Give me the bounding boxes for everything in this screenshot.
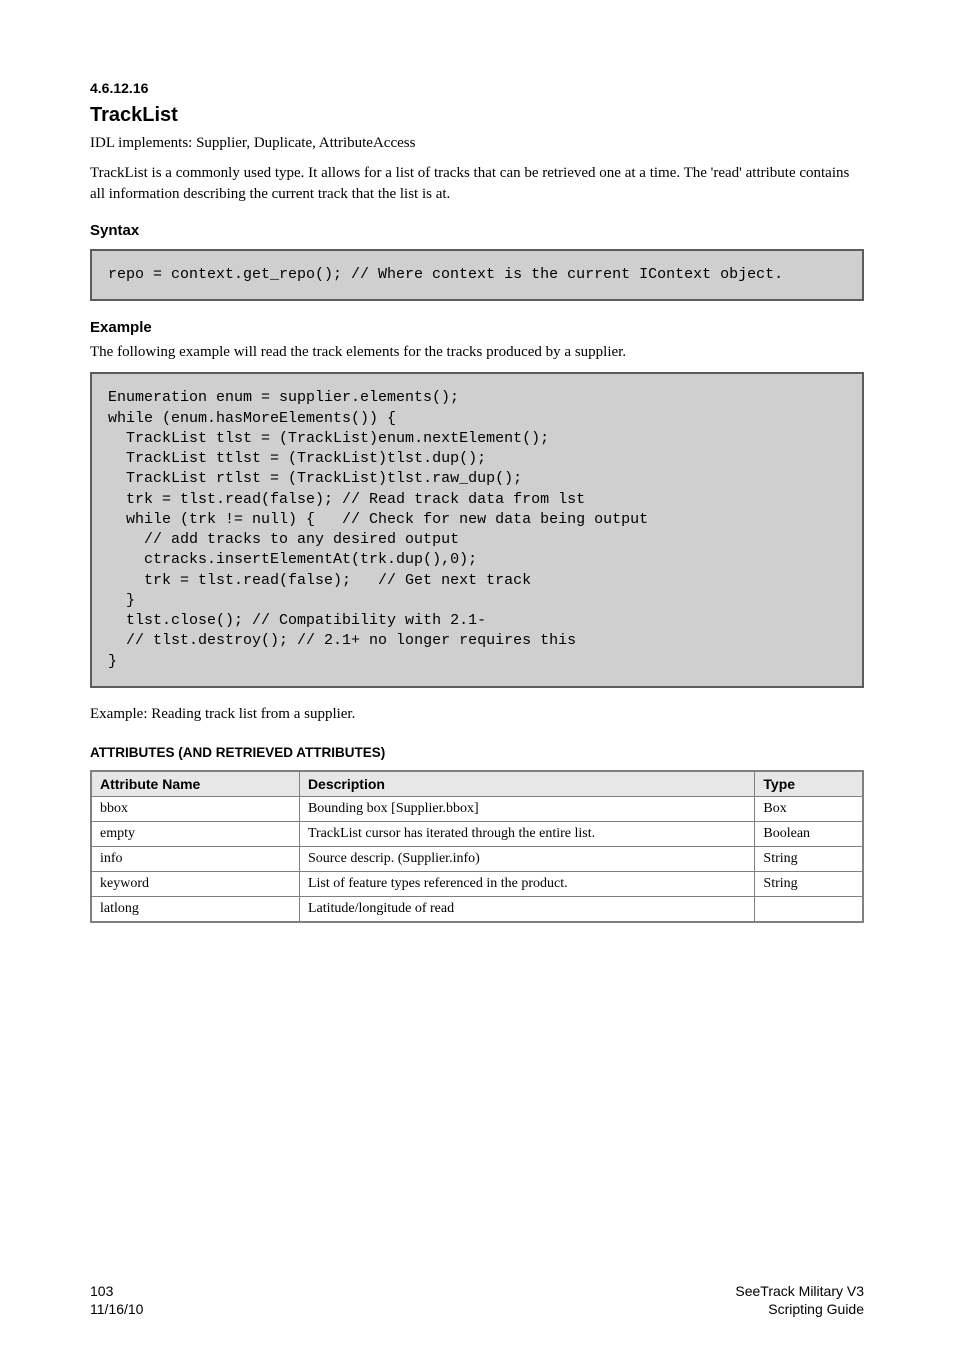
attr-type: String bbox=[755, 871, 863, 896]
table-row: info Source descrip. (Supplier.info) Str… bbox=[91, 846, 863, 871]
attr-type: Box bbox=[755, 796, 863, 821]
syntax-heading: Syntax bbox=[90, 222, 864, 239]
table-row: keyword List of feature types referenced… bbox=[91, 871, 863, 896]
attr-desc: Latitude/longitude of read bbox=[299, 896, 754, 922]
page: 4.6.12.16 TrackList IDL implements: Supp… bbox=[0, 0, 954, 1350]
section-title: TrackList bbox=[90, 104, 864, 127]
attr-desc: TrackList cursor has iterated through th… bbox=[299, 821, 754, 846]
example-heading: Example bbox=[90, 319, 864, 336]
example-caption: Example: Reading track list from a suppl… bbox=[90, 706, 864, 723]
table-header-row: Attribute Name Description Type bbox=[91, 771, 863, 797]
attr-desc: List of feature types referenced in the … bbox=[299, 871, 754, 896]
footer-date: 11/16/10 bbox=[90, 1300, 143, 1318]
attr-name: empty bbox=[91, 821, 299, 846]
attr-name: info bbox=[91, 846, 299, 871]
attr-desc: Bounding box [Supplier.bbox] bbox=[299, 796, 754, 821]
attr-name: keyword bbox=[91, 871, 299, 896]
attr-type: String bbox=[755, 846, 863, 871]
attributes-heading: ATTRIBUTES (AND RETRIEVED ATTRIBUTES) bbox=[90, 745, 864, 760]
table-row: empty TrackList cursor has iterated thro… bbox=[91, 821, 863, 846]
attr-name: bbox bbox=[91, 796, 299, 821]
col-header-desc: Description bbox=[299, 771, 754, 797]
footer-page-number: 103 bbox=[90, 1282, 143, 1300]
attr-desc: Source descrip. (Supplier.info) bbox=[299, 846, 754, 871]
attr-type bbox=[755, 896, 863, 922]
footer-product: SeeTrack Military V3 bbox=[735, 1282, 864, 1300]
col-header-name: Attribute Name bbox=[91, 771, 299, 797]
section-number: 4.6.12.16 bbox=[90, 80, 864, 96]
attributes-table: Attribute Name Description Type bbox Bou… bbox=[90, 770, 864, 923]
col-header-type: Type bbox=[755, 771, 863, 797]
page-footer: 103 11/16/10 SeeTrack Military V3 Script… bbox=[90, 1282, 864, 1318]
table-row: bbox Bounding box [Supplier.bbox] Box bbox=[91, 796, 863, 821]
intro-paragraph: TrackList is a commonly used type. It al… bbox=[90, 163, 864, 204]
attr-type: Boolean bbox=[755, 821, 863, 846]
example-code-box: Enumeration enum = supplier.elements(); … bbox=[90, 372, 864, 688]
footer-doc: Scripting Guide bbox=[735, 1300, 864, 1318]
idl-implements: IDL implements: Supplier, Duplicate, Att… bbox=[90, 133, 864, 153]
syntax-code-box: repo = context.get_repo(); // Where cont… bbox=[90, 249, 864, 301]
example-intro: The following example will read the trac… bbox=[90, 342, 864, 362]
attr-name: latlong bbox=[91, 896, 299, 922]
table-row: latlong Latitude/longitude of read bbox=[91, 896, 863, 922]
